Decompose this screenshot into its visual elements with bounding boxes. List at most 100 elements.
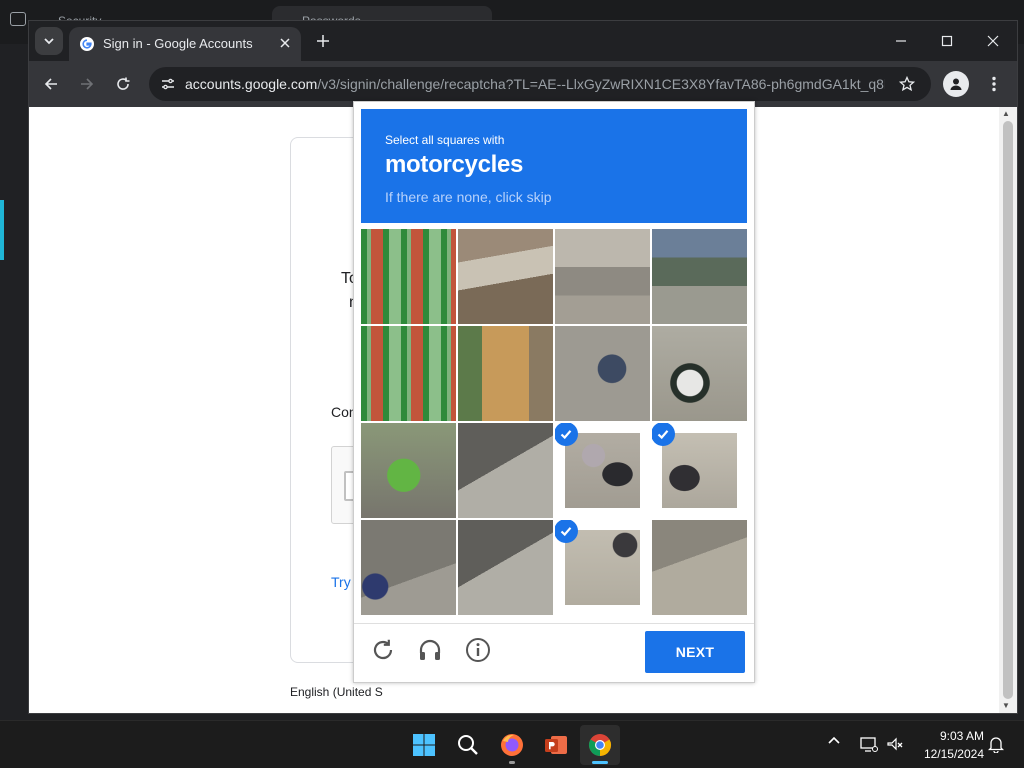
url-host: accounts.google.com xyxy=(185,76,318,92)
show-hidden-icons-button[interactable] xyxy=(828,735,840,750)
notifications-bell-icon[interactable] xyxy=(987,735,1005,758)
url-path: /v3/signin/challenge/recaptcha?TL=AE--Ll… xyxy=(317,76,885,92)
captcha-tile[interactable] xyxy=(555,423,650,518)
taskbar-chrome[interactable] xyxy=(580,725,620,765)
close-icon xyxy=(280,38,290,48)
start-button[interactable] xyxy=(404,725,444,765)
captcha-tile-image xyxy=(361,326,456,421)
arrow-right-icon xyxy=(81,78,94,90)
clock-time[interactable]: 9:03 AM xyxy=(930,729,984,743)
powerpoint-icon xyxy=(545,736,567,754)
taskbar-powerpoint[interactable] xyxy=(536,725,576,765)
captcha-tile-image xyxy=(361,520,456,615)
captcha-tile-image xyxy=(565,433,640,508)
captcha-tile-image xyxy=(361,229,456,324)
language-selector[interactable]: English (United S xyxy=(290,685,383,699)
captcha-tile[interactable] xyxy=(652,229,747,324)
active-indicator xyxy=(592,761,608,764)
background-sidebar xyxy=(0,44,28,720)
search-icon xyxy=(458,735,478,755)
captcha-tile[interactable] xyxy=(652,326,747,421)
browser-menu-button[interactable] xyxy=(981,71,1007,97)
window-close-button[interactable] xyxy=(973,27,1013,55)
captcha-tile-image xyxy=(361,423,456,518)
next-button[interactable]: NEXT xyxy=(645,631,745,673)
captcha-tile[interactable] xyxy=(458,520,553,615)
captcha-tile[interactable] xyxy=(555,520,650,615)
captcha-tile[interactable] xyxy=(458,326,553,421)
captcha-tile[interactable] xyxy=(652,423,747,518)
captcha-tile[interactable] xyxy=(361,520,456,615)
url-text[interactable]: accounts.google.com/v3/signin/challenge/… xyxy=(185,76,885,92)
active-tab[interactable]: Sign in - Google Accounts xyxy=(69,27,301,61)
captcha-divider xyxy=(354,623,754,624)
forward-button[interactable] xyxy=(73,70,101,98)
display-icon[interactable] xyxy=(860,735,878,758)
captcha-tile[interactable] xyxy=(458,229,553,324)
captcha-tile-image xyxy=(652,229,747,324)
scroll-down-icon[interactable]: ▼ xyxy=(1002,701,1010,710)
more-vertical-icon xyxy=(992,76,996,92)
captcha-tile[interactable] xyxy=(361,423,456,518)
captcha-tile[interactable] xyxy=(652,520,747,615)
scroll-up-icon[interactable]: ▲ xyxy=(1002,109,1010,118)
headphones-icon[interactable] xyxy=(412,632,448,668)
page-scrollbar[interactable]: ▲ ▼ xyxy=(999,107,1017,713)
captcha-tile[interactable] xyxy=(555,229,650,324)
chevron-up-icon xyxy=(828,736,840,744)
back-button[interactable] xyxy=(37,70,65,98)
site-info-icon[interactable] xyxy=(159,75,177,93)
background-accent-bar xyxy=(0,200,4,260)
person-icon xyxy=(950,78,962,90)
captcha-tile[interactable] xyxy=(361,326,456,421)
windows-start-icon xyxy=(413,734,435,756)
captcha-tile[interactable] xyxy=(361,229,456,324)
captcha-tile-image xyxy=(555,229,650,324)
tab-strip: Sign in - Google Accounts xyxy=(29,21,1017,61)
captcha-header: Select all squares with motorcycles If t… xyxy=(361,109,747,223)
tab-search-button[interactable] xyxy=(35,27,63,55)
captcha-tile-image xyxy=(652,520,747,615)
network-muted-icon[interactable] xyxy=(886,735,904,758)
reload-challenge-icon[interactable] xyxy=(365,632,401,668)
tab-close-button[interactable] xyxy=(275,33,295,53)
captcha-tile-image xyxy=(458,326,553,421)
captcha-target-object: motorcycles xyxy=(385,151,524,178)
reload-icon xyxy=(117,77,130,90)
captcha-tile-image xyxy=(458,229,553,324)
plus-icon xyxy=(317,35,329,47)
captcha-challenge: Select all squares with motorcycles If t… xyxy=(353,101,755,683)
close-icon xyxy=(987,35,999,47)
scroll-thumb[interactable] xyxy=(1003,121,1013,699)
maximize-icon xyxy=(941,35,953,47)
captcha-tile-image xyxy=(662,433,737,508)
tab-groups-icon xyxy=(10,12,26,26)
taskbar: 9:03 AM 12/15/2024 xyxy=(0,720,1024,768)
bookmark-star-icon[interactable] xyxy=(897,74,917,94)
captcha-prompt: Select all squares with xyxy=(385,133,505,147)
captcha-tile-image xyxy=(458,423,553,518)
address-bar[interactable]: accounts.google.com/v3/signin/challenge/… xyxy=(149,67,931,101)
taskbar-search-button[interactable] xyxy=(448,725,488,765)
minimize-icon xyxy=(896,40,906,42)
minimize-button[interactable] xyxy=(881,27,921,55)
firefox-icon xyxy=(501,734,523,756)
captcha-tile-image xyxy=(458,520,553,615)
captcha-hint: If there are none, click skip xyxy=(385,189,552,205)
captcha-tile[interactable] xyxy=(458,423,553,518)
taskbar-firefox[interactable] xyxy=(492,725,532,765)
chrome-icon xyxy=(589,734,611,756)
google-g-icon xyxy=(80,37,94,51)
reload-button[interactable] xyxy=(109,70,137,98)
running-indicator xyxy=(509,761,515,764)
new-tab-button[interactable] xyxy=(311,29,335,53)
tab-title: Sign in - Google Accounts xyxy=(103,36,253,51)
info-icon[interactable] xyxy=(460,632,496,668)
captcha-image-grid xyxy=(361,229,747,615)
captcha-tile-image xyxy=(565,530,640,605)
arrow-left-icon xyxy=(44,78,57,90)
captcha-tile[interactable] xyxy=(555,326,650,421)
clock-date[interactable]: 12/15/2024 xyxy=(918,747,984,761)
profile-avatar[interactable] xyxy=(943,71,969,97)
maximize-button[interactable] xyxy=(927,27,967,55)
